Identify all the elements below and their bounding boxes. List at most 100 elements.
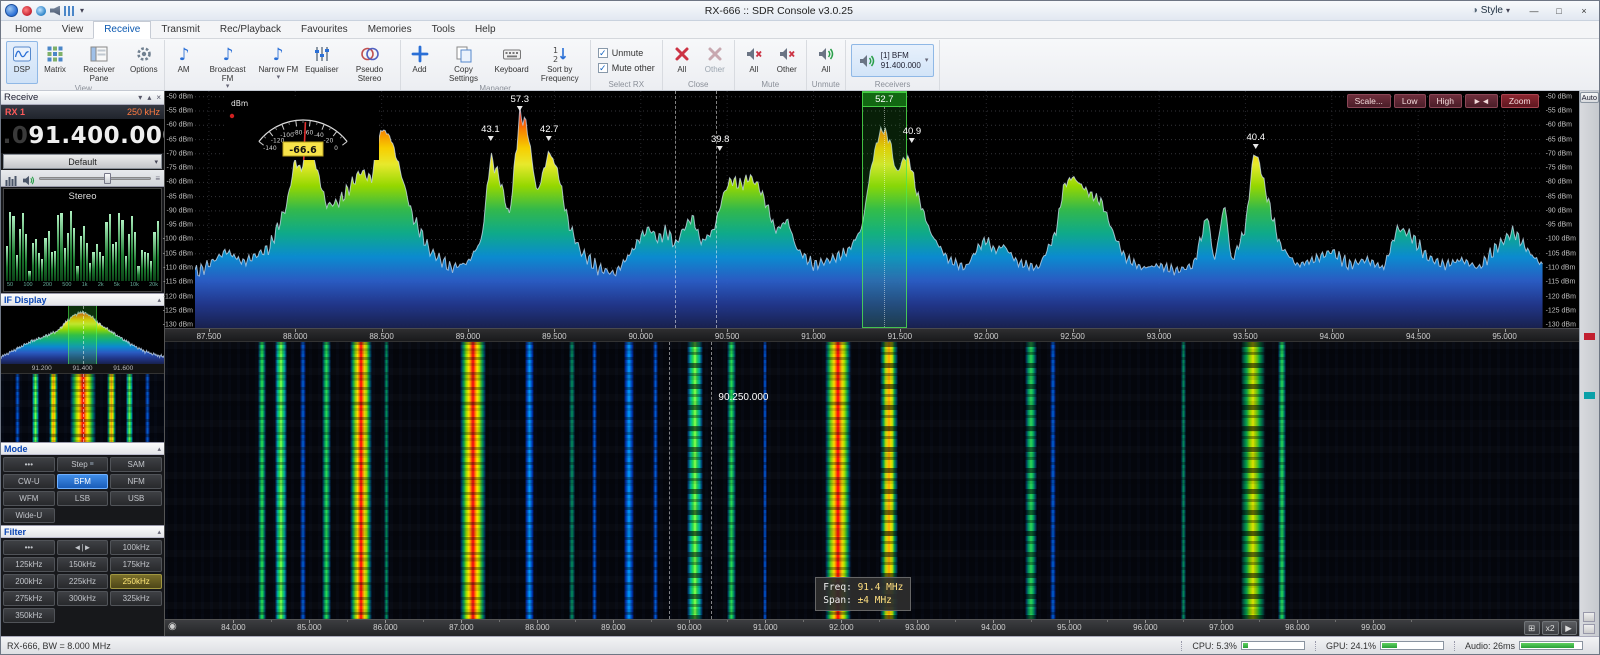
style-button[interactable]: Style <box>1481 5 1503 16</box>
waterfall-home-icon[interactable]: ◉ <box>168 621 177 632</box>
ribbon-button-close-all[interactable]: All <box>666 41 698 80</box>
ribbon-button-view-receiver-pane[interactable]: Receiver Pane <box>72 41 126 84</box>
world-icon[interactable] <box>36 6 46 16</box>
if-display-header[interactable]: IF Display ▴ <box>1 293 164 306</box>
ribbon-button-mute-all[interactable]: All <box>738 41 770 80</box>
style-caret-icon[interactable]: ▾ <box>1506 6 1510 15</box>
strip-zoom-in-button[interactable] <box>1583 612 1595 622</box>
auto-button[interactable]: Auto <box>1580 92 1599 103</box>
mode-button-step[interactable]: Step≡ <box>57 457 109 472</box>
ribbon-button-view-matrix[interactable]: Matrix <box>39 41 71 84</box>
ribbon-button-mode-pseudo-stereo[interactable]: Pseudo Stereo <box>343 41 397 91</box>
spectrum-toggle-icon[interactable] <box>5 173 18 184</box>
mode-collapse-icon[interactable]: ▴ <box>157 445 161 453</box>
pan-markers-icon[interactable]: ►◄ <box>1465 94 1498 108</box>
if-waterfall[interactable] <box>1 374 164 442</box>
ribbon-button-view-dsp[interactable]: DSP <box>6 41 38 84</box>
ribbon-button-mode-broadcast-fm[interactable]: ♪Broadcast FM▾ <box>201 41 255 91</box>
filter-header[interactable]: Filter ▴ <box>1 525 164 538</box>
mode-button-bfm[interactable]: BFM <box>57 474 109 489</box>
spectrum-cursor[interactable] <box>675 91 676 328</box>
mute-toggle-icon[interactable] <box>22 173 35 184</box>
ribbon-button-mode-narrow-fm[interactable]: ♪Narrow FM▾ <box>256 41 302 91</box>
maximize-button[interactable]: □ <box>1548 3 1570 19</box>
quickbar-menu-icon[interactable]: ▾ <box>78 6 86 15</box>
filter-button-200khz[interactable]: 200kHz <box>3 574 55 589</box>
ribbon-button-mode-am[interactable]: ♪AM <box>168 41 200 91</box>
ribbon-button-unmute-all[interactable]: All <box>810 41 842 80</box>
tuned-selection[interactable]: 52.7 <box>862 91 907 328</box>
filter-button-275khz[interactable]: 275kHz <box>3 591 55 606</box>
filter-button-150khz[interactable]: 150kHz <box>57 557 109 572</box>
mode-button-wide-u[interactable]: Wide-U <box>3 508 55 523</box>
mode-button-wfm[interactable]: WFM <box>3 491 55 506</box>
record-icon[interactable] <box>22 6 32 16</box>
mode-button-usb[interactable]: USB <box>110 491 162 506</box>
waterfall-play-icon[interactable]: ▶ <box>1561 621 1577 635</box>
tab-favourites[interactable]: Favourites <box>291 22 358 38</box>
waterfall-frequency-axis[interactable]: ◉ 84.00085.00086.00087.00088.00089.00090… <box>165 619 1579 636</box>
levels-icon[interactable] <box>64 6 74 16</box>
checkbox-unmute[interactable]: ✓Unmute <box>598 48 655 58</box>
filter-button-300khz[interactable]: 300kHz <box>57 591 109 606</box>
waterfall-cursor[interactable] <box>711 342 712 619</box>
receiver-button[interactable]: [1] BFM91.400.000▾ <box>851 44 935 77</box>
spectrum-toolbar-button-high[interactable]: High <box>1429 94 1462 108</box>
mode-header[interactable]: Mode ▴ <box>1 442 164 455</box>
tab-receive[interactable]: Receive <box>93 21 151 39</box>
ribbon-button-mute-other[interactable]: Other <box>771 41 803 80</box>
filter-button-125khz[interactable]: 125kHz <box>3 557 55 572</box>
waterfall-display[interactable]: 90.250.000Freq: 91.4 MHzSpan: ±4 MHz <box>165 342 1579 619</box>
ribbon-button-close-other[interactable]: Other <box>699 41 731 80</box>
spectrum-frequency-axis[interactable]: 87.50088.00088.50089.00089.50090.00090.5… <box>165 328 1579 341</box>
volume-thumb[interactable] <box>104 173 111 184</box>
mode-button-x[interactable]: ••• <box>3 457 55 472</box>
mode-button-lsb[interactable]: LSB <box>57 491 109 506</box>
ribbon-button-manager-add[interactable]: Add <box>404 41 436 84</box>
filter-button-175khz[interactable]: 175kHz <box>110 557 162 572</box>
spectrum-toolbar-button-scale[interactable]: Scale... <box>1347 94 1391 108</box>
spectrum-toolbar-button-low[interactable]: Low <box>1394 94 1426 108</box>
if-collapse-icon[interactable]: ▴ <box>157 296 161 304</box>
ribbon-button-view-options[interactable]: Options <box>127 41 161 84</box>
marker-teal[interactable] <box>1584 392 1595 399</box>
filter-button-250khz[interactable]: 250kHz <box>110 574 162 589</box>
filter-button-225khz[interactable]: 225kHz <box>57 574 109 589</box>
filter-collapse-icon[interactable]: ▴ <box>157 528 161 536</box>
filter-button-350khz[interactable]: 350kHz <box>3 608 55 623</box>
waterfall-zoom-level[interactable]: x2 <box>1542 621 1559 635</box>
ribbon-button-mode-equaliser[interactable]: Equaliser <box>302 41 341 91</box>
checkbox-mark-icon[interactable]: ✓ <box>598 63 608 73</box>
mode-button-cw-u[interactable]: CW-U <box>3 474 55 489</box>
tab-rec-playback[interactable]: Rec/Playback <box>210 22 291 38</box>
ribbon-button-manager-keyboard[interactable]: Keyboard <box>492 41 532 84</box>
tab-view[interactable]: View <box>52 22 94 38</box>
filter-button-x[interactable]: ••• <box>3 540 55 555</box>
spectrum-plot[interactable]: -140-120-100-80-60-40-200dBm-66.6 Scale.… <box>195 91 1543 328</box>
filter-button-100khz[interactable]: 100kHz <box>110 540 162 555</box>
panel-pin-icon[interactable]: ▴ <box>147 93 151 102</box>
ribbon-button-manager-sort-by-frequency[interactable]: 12Sort by Frequency <box>533 41 587 84</box>
tab-transmit[interactable]: Transmit <box>151 22 210 38</box>
strip-zoom-out-button[interactable] <box>1583 624 1595 634</box>
checkbox-mute-other[interactable]: ✓Mute other <box>598 63 655 73</box>
waterfall-grid-icon[interactable]: ⊞ <box>1524 621 1540 635</box>
ribbon-button-manager-copy-settings[interactable]: Copy Settings <box>437 41 491 84</box>
filter-button-x[interactable]: ◄|► <box>57 540 109 555</box>
tab-help[interactable]: Help <box>465 22 506 38</box>
mode-button-sam[interactable]: SAM <box>110 457 162 472</box>
panel-menu-icon[interactable]: ▾ <box>138 93 142 102</box>
speaker-quick-icon[interactable] <box>50 6 60 16</box>
checkbox-mark-icon[interactable]: ✓ <box>598 48 608 58</box>
spectrum-cursor[interactable] <box>716 91 717 328</box>
preset-dropdown[interactable]: Default ▾ <box>3 154 162 169</box>
waterfall-cursor[interactable] <box>669 342 670 619</box>
volume-slider[interactable] <box>39 173 151 184</box>
minimize-button[interactable]: — <box>1523 3 1545 19</box>
mode-button-nfm[interactable]: NFM <box>110 474 162 489</box>
marker-red[interactable] <box>1584 333 1595 340</box>
tab-memories[interactable]: Memories <box>358 22 422 38</box>
if-spectrum[interactable] <box>1 306 164 364</box>
zoom-button[interactable]: Zoom <box>1501 94 1539 108</box>
panel-close-icon[interactable]: × <box>156 93 161 102</box>
